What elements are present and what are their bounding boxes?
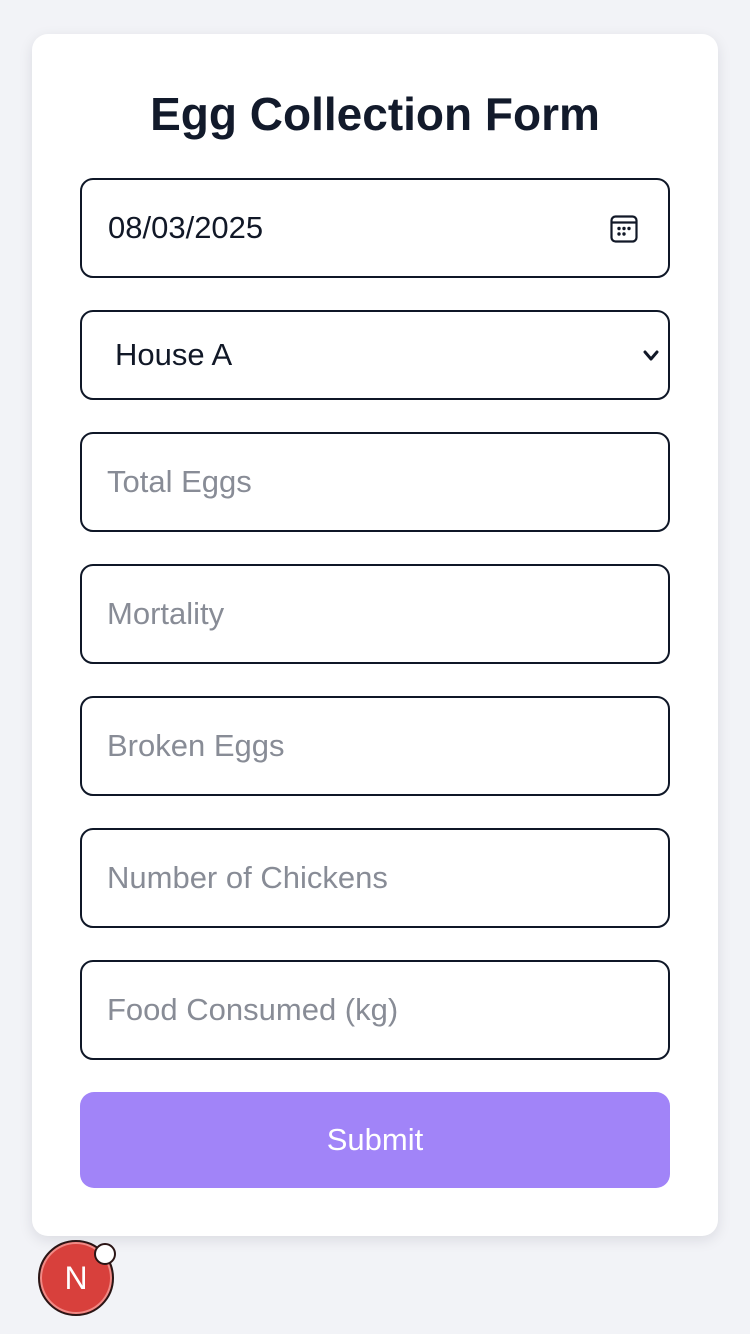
- chevron-down-icon: [643, 350, 659, 361]
- calendar-icon[interactable]: [610, 214, 638, 243]
- total-eggs-input[interactable]: [107, 464, 668, 500]
- food-consumed-input[interactable]: [107, 992, 668, 1028]
- mortality-field[interactable]: [80, 564, 670, 664]
- house-select[interactable]: House A: [80, 310, 670, 400]
- badge-letter: N: [64, 1259, 88, 1296]
- date-input[interactable]: 08/03/2025: [80, 178, 670, 278]
- badge-indicator-dot: [94, 1243, 116, 1265]
- total-eggs-field[interactable]: [80, 432, 670, 532]
- mortality-input[interactable]: [107, 596, 668, 632]
- number-of-chickens-input[interactable]: [107, 860, 668, 896]
- broken-eggs-input[interactable]: [107, 728, 668, 764]
- broken-eggs-field[interactable]: [80, 696, 670, 796]
- submit-button[interactable]: Submit: [80, 1092, 670, 1188]
- house-select-value: House A: [115, 337, 233, 372]
- number-of-chickens-field[interactable]: [80, 828, 670, 928]
- food-consumed-field[interactable]: [80, 960, 670, 1060]
- date-value: 08/03/2025: [108, 210, 264, 245]
- form-title: Egg Collection Form: [150, 88, 600, 140]
